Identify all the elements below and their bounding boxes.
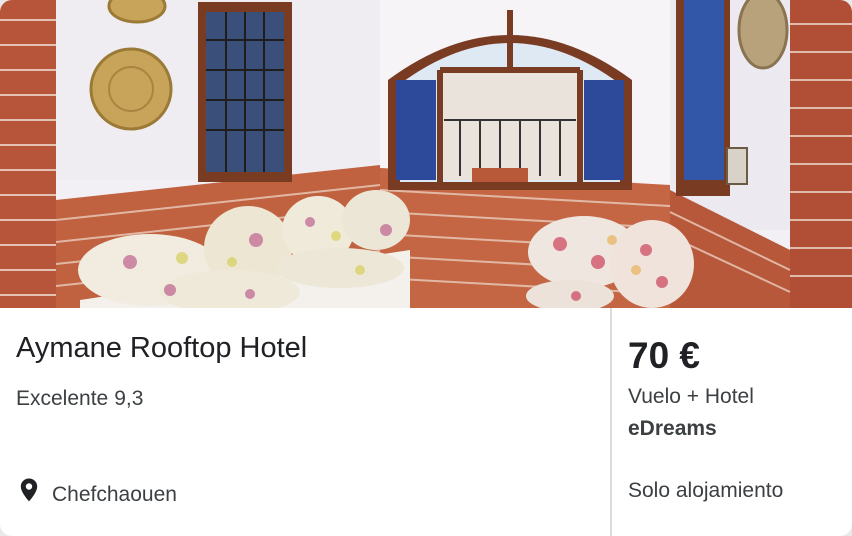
hotel-photo[interactable] xyxy=(0,0,852,308)
deal-type: Vuelo + Hotel xyxy=(628,385,754,408)
location-name: Chefchaouen xyxy=(52,483,177,506)
hotel-room-image xyxy=(0,0,852,308)
hotel-rating: Excelente 9,3 xyxy=(16,386,143,412)
board-type: Solo alojamiento xyxy=(628,479,784,502)
hotel-location: Chefchaouen xyxy=(20,476,177,506)
offer-panel[interactable]: 70 € Vuelo + Hotel eDreams Solo alojamie… xyxy=(612,308,852,536)
hotel-result-card[interactable]: Aymane Rooftop Hotel Excelente 9,3 Chefch… xyxy=(0,0,852,536)
price: 70 € xyxy=(628,335,701,376)
rating-label: Excelente xyxy=(16,387,109,410)
map-pin-icon xyxy=(20,478,38,502)
hotel-name[interactable]: Aymane Rooftop Hotel xyxy=(16,330,307,366)
rating-score: 9,3 xyxy=(114,387,144,410)
provider-name: eDreams xyxy=(628,417,717,440)
hotel-info: Aymane Rooftop Hotel Excelente 9,3 Chefch… xyxy=(0,308,610,536)
